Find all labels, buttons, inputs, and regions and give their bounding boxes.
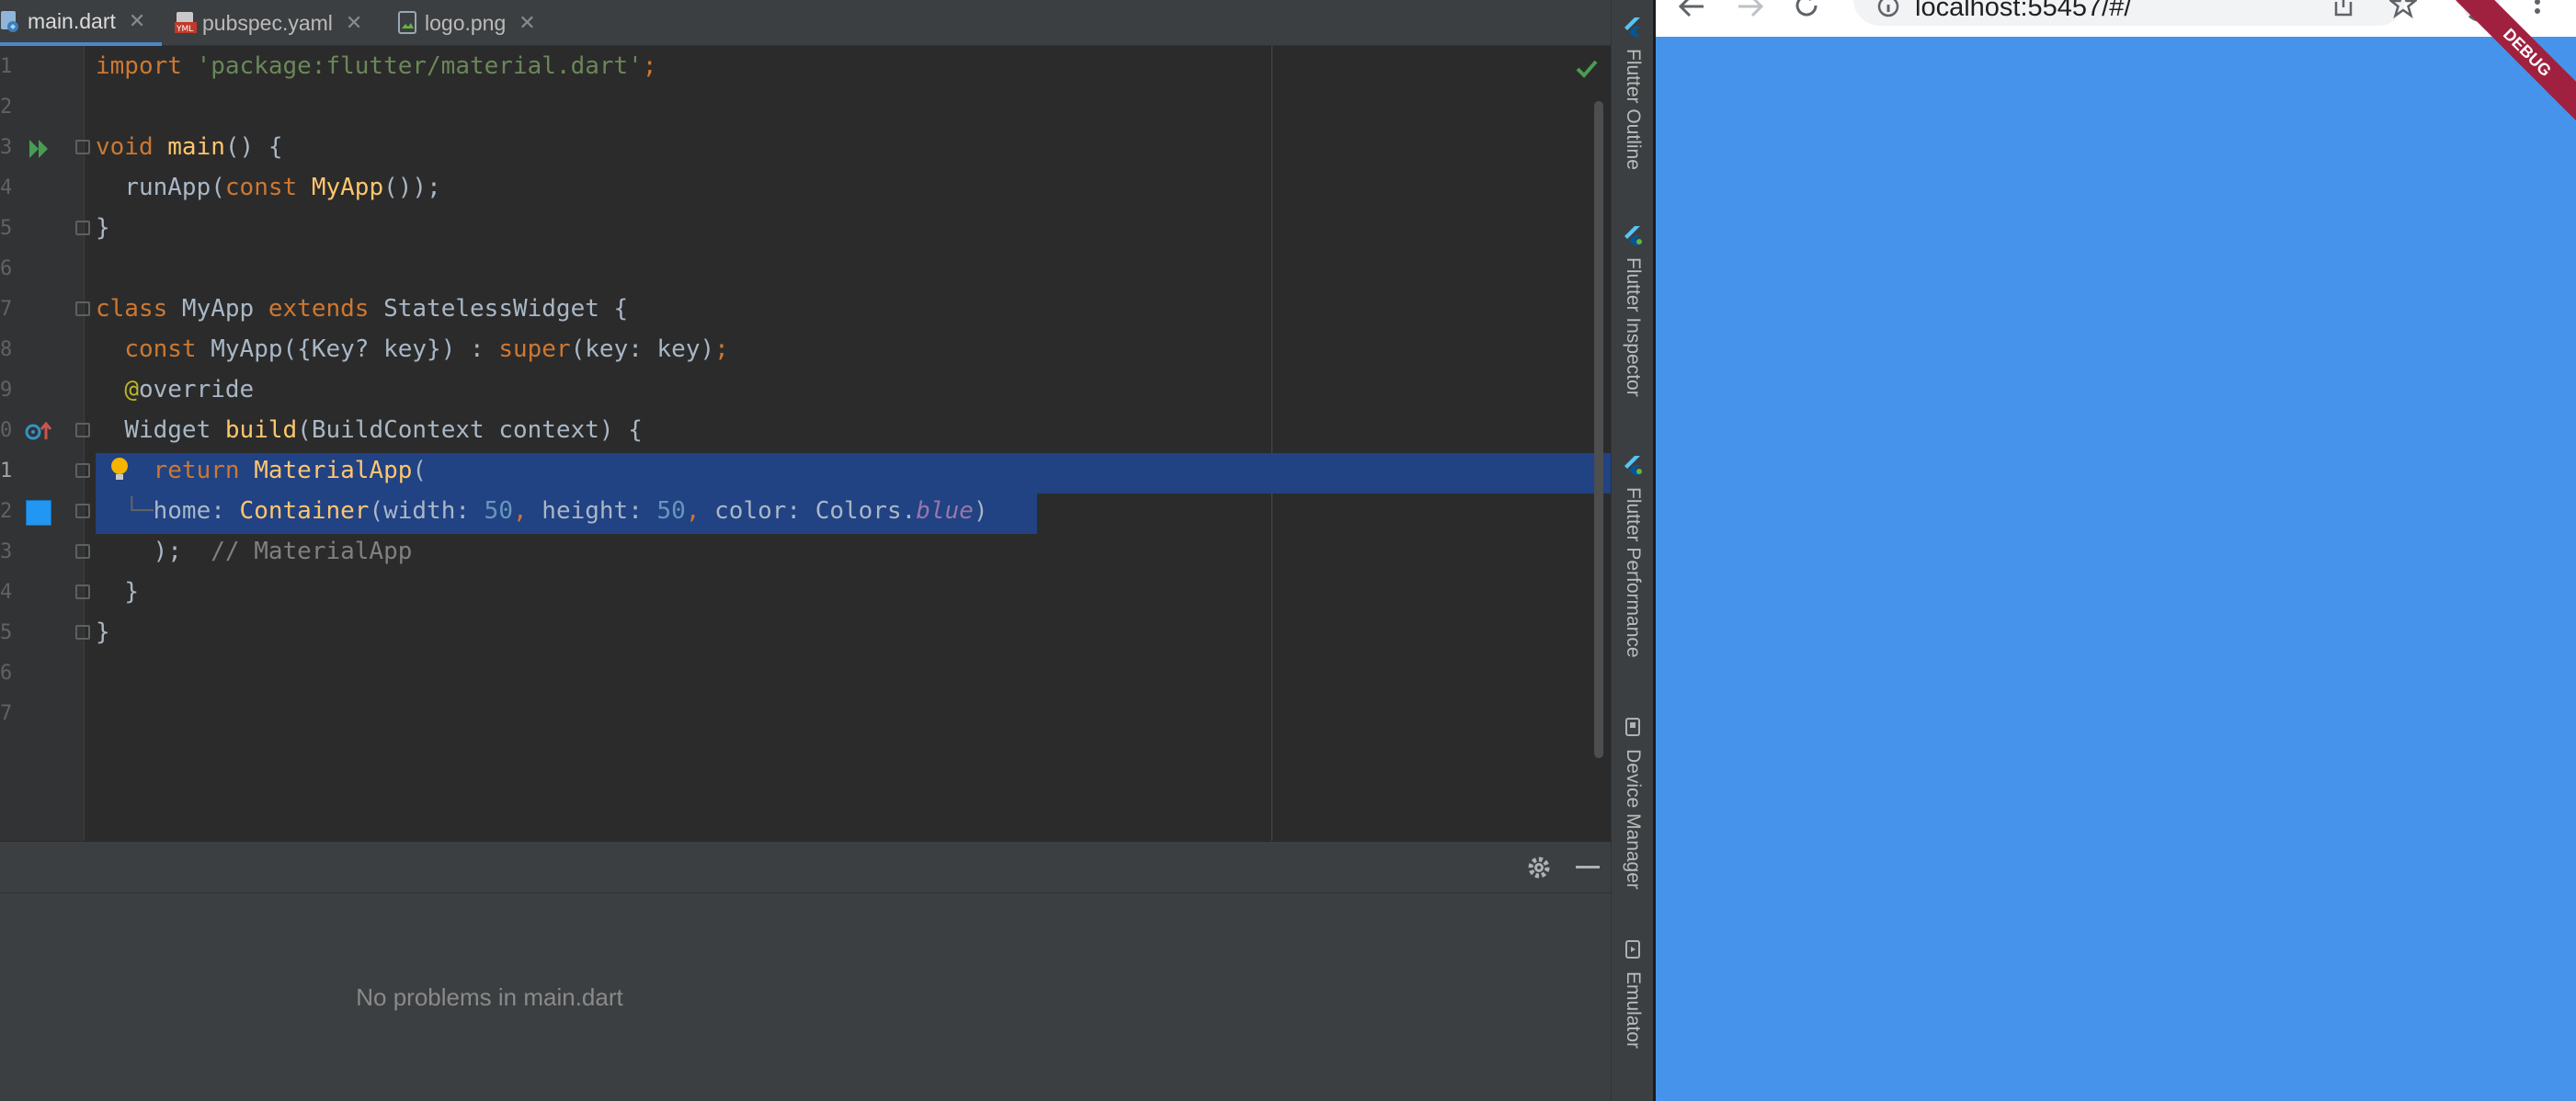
fold-marker[interactable] — [75, 221, 90, 235]
tab-label: logo.png — [425, 10, 507, 35]
tool-window-label: Flutter Performance — [1623, 487, 1644, 658]
code-line-7: class MyApp extends StatelessWidget { — [96, 295, 629, 323]
line-number: 4 — [0, 581, 13, 604]
code-line-8: const MyApp({Key? key}) : super(key: key… — [124, 335, 729, 363]
line-number: 2 — [0, 96, 13, 119]
tool-window-device-manager[interactable]: Device Manager — [1612, 717, 1654, 890]
flutter-icon — [1624, 455, 1642, 480]
yaml-file-icon: YML — [175, 11, 197, 35]
device-manager-icon — [1624, 717, 1642, 742]
close-icon[interactable]: ✕ — [346, 11, 362, 35]
code-line-12: └─home: Container(width: 50, height: 50,… — [124, 497, 988, 525]
code-editor[interactable]: 1 2 3 4 5 6 7 8 9 0 1 2 3 4 5 6 7 import… — [0, 46, 1611, 841]
line-number: 6 — [0, 662, 13, 685]
line-number: 1 — [0, 55, 13, 78]
code-line-9: @override — [124, 376, 255, 403]
code-line-4: runApp(const MyApp()); — [124, 174, 441, 201]
tool-window-flutter-outline[interactable]: Flutter Outline — [1612, 17, 1654, 170]
line-number: 5 — [0, 621, 13, 644]
problems-empty-message: No problems in main.dart — [356, 982, 623, 1011]
code-line-10: Widget build(BuildContext context) { — [124, 416, 643, 444]
browser-preview: localhost:55457/#/ DEBUG — [1653, 0, 2576, 1101]
fold-marker[interactable] — [75, 301, 90, 316]
line-number: 5 — [0, 217, 13, 240]
code-line-13: ); // MaterialApp — [153, 538, 413, 565]
code-line-3: void main() { — [96, 133, 283, 161]
flutter-icon — [1624, 225, 1642, 250]
line-number: 7 — [0, 702, 13, 725]
line-number: 8 — [0, 338, 13, 361]
intention-bulb-icon[interactable] — [108, 456, 131, 488]
star-icon[interactable] — [2388, 0, 2419, 23]
fold-marker[interactable] — [75, 585, 90, 599]
tool-window-emulator[interactable]: Emulator — [1612, 939, 1654, 1049]
tab-pubspec-yaml[interactable]: YML pubspec.yaml ✕ — [175, 0, 386, 46]
line-number: 6 — [0, 257, 13, 280]
code-line-11: return MaterialApp( — [153, 457, 427, 484]
fold-marker[interactable] — [75, 423, 90, 437]
info-icon[interactable] — [1876, 0, 1900, 23]
tool-window-label: Flutter Outline — [1623, 49, 1644, 170]
tab-logo-png[interactable]: logo.png ✕ — [397, 0, 553, 46]
svg-text:YML: YML — [176, 25, 193, 34]
vertical-scrollbar[interactable] — [1594, 101, 1603, 758]
emulator-icon — [1624, 939, 1642, 964]
line-number: 2 — [0, 500, 13, 523]
code-line-15: } — [96, 619, 110, 646]
fold-marker[interactable] — [75, 504, 90, 518]
line-number: 0 — [0, 419, 13, 442]
line-number: 3 — [0, 136, 13, 159]
fold-marker[interactable] — [75, 463, 90, 478]
no-errors-check-icon[interactable] — [1576, 59, 1598, 84]
editor-tab-bar: main.dart ✕ YML pubspec.yaml ✕ logo.png … — [0, 0, 1611, 46]
line-number: 1 — [0, 460, 13, 482]
tool-window-label: Flutter Inspector — [1623, 257, 1644, 397]
code-line-14: } — [124, 578, 139, 606]
browser-toolbar: localhost:55457/#/ — [1656, 0, 2576, 37]
line-number: 4 — [0, 176, 13, 199]
override-icon[interactable] — [24, 419, 53, 449]
tab-main-dart[interactable]: main.dart ✕ — [0, 0, 162, 46]
more-menu-icon[interactable] — [2533, 0, 2542, 25]
right-tool-strip: Flutter Outline Flutter Inspector Flutte… — [1611, 0, 1653, 1101]
fold-marker[interactable] — [75, 140, 90, 154]
code-line-5: } — [96, 214, 110, 242]
tab-label: main.dart — [28, 8, 116, 33]
close-icon[interactable]: ✕ — [519, 11, 535, 35]
flutter-icon — [1624, 17, 1642, 41]
dart-file-icon — [0, 9, 20, 33]
close-icon[interactable]: ✕ — [129, 9, 145, 33]
line-number: 7 — [0, 298, 13, 321]
code-line-1: import 'package:flutter/material.dart'; — [96, 52, 657, 80]
fold-marker[interactable] — [75, 625, 90, 640]
line-number: 3 — [0, 540, 13, 563]
address-bar-url: localhost:55457/#/ — [1915, 0, 2132, 22]
problems-panel: No problems in main.dart — [0, 841, 1611, 1101]
line-number: 9 — [0, 379, 13, 402]
tool-window-flutter-performance[interactable]: Flutter Performance — [1612, 455, 1654, 658]
gear-icon[interactable] — [1526, 855, 1552, 885]
share-icon[interactable] — [2332, 0, 2354, 23]
tool-window-flutter-inspector[interactable]: Flutter Inspector — [1612, 225, 1654, 397]
run-icon[interactable] — [28, 138, 53, 165]
fold-marker[interactable] — [75, 544, 90, 559]
editor-pane: main.dart ✕ YML pubspec.yaml ✕ logo.png … — [0, 0, 1611, 1101]
image-file-icon — [397, 11, 417, 35]
color-swatch-icon[interactable] — [26, 500, 51, 526]
forward-arrow-icon[interactable] — [1737, 0, 1764, 23]
right-margin-guide — [1271, 46, 1272, 841]
tool-window-label: Emulator — [1623, 971, 1644, 1050]
reload-icon[interactable] — [1794, 0, 1821, 23]
tool-window-label: Device Manager — [1623, 749, 1644, 890]
tab-label: pubspec.yaml — [202, 10, 333, 35]
back-arrow-icon[interactable] — [1678, 0, 1705, 23]
line-gutter: 1 2 3 4 5 6 7 8 9 0 1 2 3 4 5 6 7 — [0, 46, 90, 841]
minimize-icon[interactable] — [1576, 866, 1600, 868]
